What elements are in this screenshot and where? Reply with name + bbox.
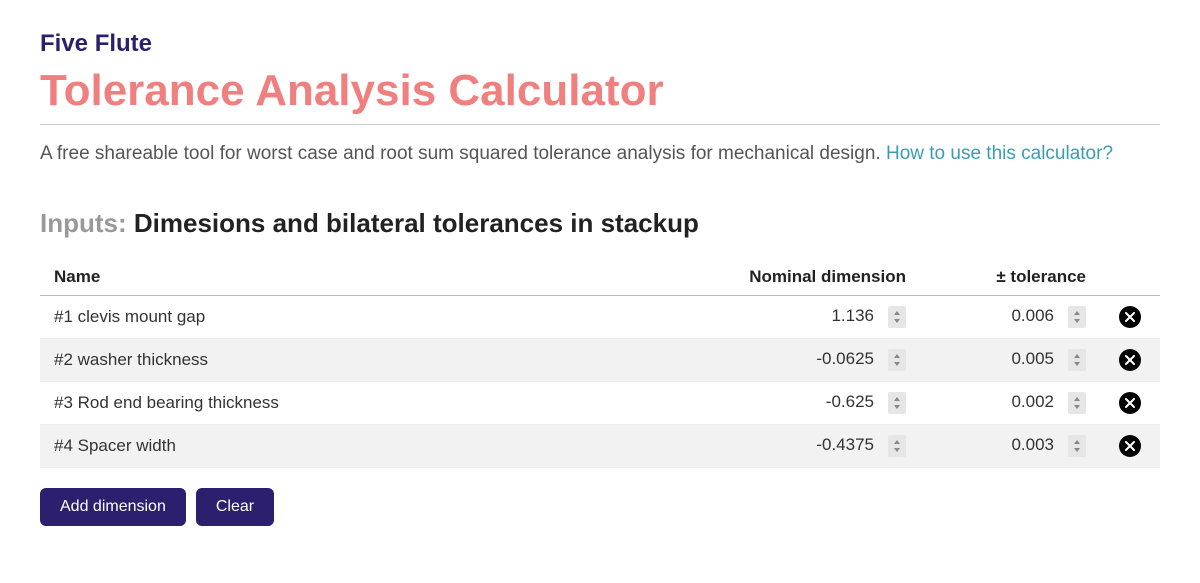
row-delete-cell xyxy=(1100,338,1160,381)
page-title: Tolerance Analysis Calculator xyxy=(40,66,1160,125)
inputs-detail: Dimesions and bilateral tolerances in st… xyxy=(134,208,699,238)
row-tolerance-cell: 0.003 xyxy=(920,424,1100,467)
row-name: #3 Rod end bearing thickness xyxy=(40,381,700,424)
tolerance-stepper[interactable] xyxy=(1068,392,1086,414)
tolerance-stepper[interactable] xyxy=(1068,349,1086,371)
clear-button[interactable]: Clear xyxy=(196,488,274,526)
delete-row-button[interactable] xyxy=(1119,435,1141,457)
add-dimension-button[interactable]: Add dimension xyxy=(40,488,186,526)
table-row: #2 washer thickness -0.0625 0.005 xyxy=(40,338,1160,381)
delete-row-button[interactable] xyxy=(1119,306,1141,328)
how-to-use-link[interactable]: How to use this calculator? xyxy=(886,143,1113,164)
nominal-stepper[interactable] xyxy=(888,306,906,328)
row-delete-cell xyxy=(1100,295,1160,338)
delete-row-button[interactable] xyxy=(1119,392,1141,414)
description: A free shareable tool for worst case and… xyxy=(40,141,1160,168)
row-name: #2 washer thickness xyxy=(40,338,700,381)
tolerance-stepper[interactable] xyxy=(1068,306,1086,328)
table-row: #1 clevis mount gap 1.136 0.006 xyxy=(40,295,1160,338)
nominal-stepper[interactable] xyxy=(888,435,906,457)
row-nominal-cell: -0.625 xyxy=(700,381,920,424)
inputs-label: Inputs: xyxy=(40,208,127,238)
nominal-stepper[interactable] xyxy=(888,392,906,414)
row-nominal-value: -0.0625 xyxy=(814,349,874,369)
row-nominal-value: 1.136 xyxy=(814,306,874,326)
row-nominal-cell: -0.4375 xyxy=(700,424,920,467)
row-tolerance-cell: 0.005 xyxy=(920,338,1100,381)
row-delete-cell xyxy=(1100,424,1160,467)
row-tolerance-value: 0.006 xyxy=(994,306,1054,326)
row-nominal-value: -0.4375 xyxy=(814,435,874,455)
nominal-stepper[interactable] xyxy=(888,349,906,371)
table-row: #3 Rod end bearing thickness -0.625 0.002 xyxy=(40,381,1160,424)
brand-name: Five Flute xyxy=(40,30,1160,58)
row-tolerance-value: 0.002 xyxy=(994,392,1054,412)
tolerance-table: Name Nominal dimension ± tolerance #1 cl… xyxy=(40,259,1160,468)
row-tolerance-value: 0.005 xyxy=(994,349,1054,369)
row-tolerance-cell: 0.006 xyxy=(920,295,1100,338)
table-row: #4 Spacer width -0.4375 0.003 xyxy=(40,424,1160,467)
col-nominal-header: Nominal dimension xyxy=(700,259,920,296)
row-nominal-cell: 1.136 xyxy=(700,295,920,338)
row-nominal-value: -0.625 xyxy=(814,392,874,412)
row-delete-cell xyxy=(1100,381,1160,424)
description-text: A free shareable tool for worst case and… xyxy=(40,143,886,164)
inputs-heading: Inputs: Dimesions and bilateral toleranc… xyxy=(40,208,1160,239)
row-nominal-cell: -0.0625 xyxy=(700,338,920,381)
row-tolerance-cell: 0.002 xyxy=(920,381,1100,424)
delete-row-button[interactable] xyxy=(1119,349,1141,371)
col-name-header: Name xyxy=(40,259,700,296)
row-name: #1 clevis mount gap xyxy=(40,295,700,338)
action-buttons: Add dimension Clear xyxy=(40,488,1160,526)
col-delete-header xyxy=(1100,259,1160,296)
tolerance-stepper[interactable] xyxy=(1068,435,1086,457)
col-tolerance-header: ± tolerance xyxy=(920,259,1100,296)
row-name: #4 Spacer width xyxy=(40,424,700,467)
row-tolerance-value: 0.003 xyxy=(994,435,1054,455)
